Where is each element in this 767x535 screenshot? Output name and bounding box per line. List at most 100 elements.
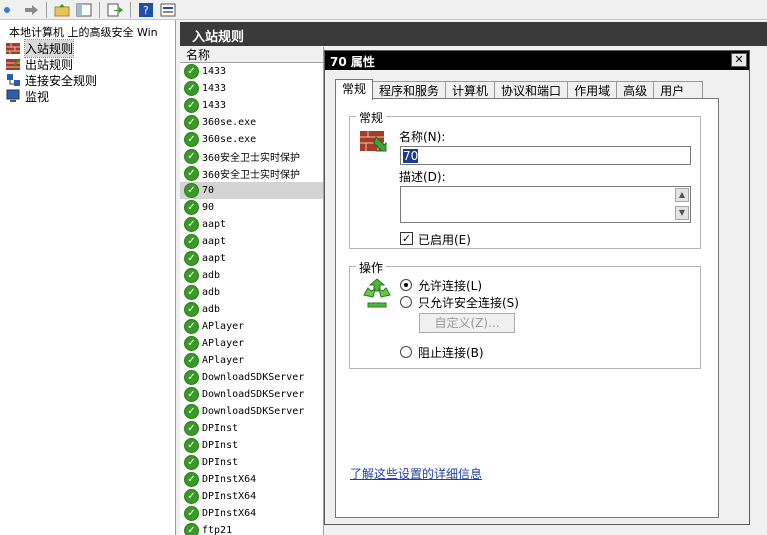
rule-row[interactable]: ✓ adb (180, 301, 323, 318)
forward-icon[interactable] (22, 2, 40, 18)
tree-root-label: 本地计算机 上的高级安全 Win (9, 26, 158, 39)
scroll-down-icon[interactable]: ▼ (675, 206, 689, 220)
rule-name: DPInst (202, 423, 239, 434)
rule-row[interactable]: ✓ 1433 (180, 63, 323, 80)
properties-dialog: 70 属性 ✕ 常规 程序和服务 计算机 协议和端口 作用域 高级 用户 常规 … (324, 50, 750, 525)
rule-row[interactable]: ✓ APlayer (180, 352, 323, 369)
rule-name: 1433 (202, 66, 227, 77)
enabled-check-icon: ✓ (184, 149, 199, 164)
rule-row[interactable]: ✓ DPInstX64 (180, 505, 323, 522)
tab-general[interactable]: 常规 (335, 79, 374, 100)
enabled-check-icon: ✓ (184, 438, 199, 453)
properties-icon[interactable] (159, 2, 177, 18)
rule-row[interactable]: ✓ 360安全卫士实时保护 (180, 148, 323, 165)
up-folder-icon[interactable] (53, 2, 71, 18)
status-strip (560, 526, 767, 535)
close-button[interactable]: ✕ (731, 53, 747, 67)
enabled-check-icon: ✓ (184, 251, 199, 266)
rule-row[interactable]: ✓ 90 (180, 199, 323, 216)
svg-text:?: ? (143, 4, 149, 17)
enabled-check-icon: ✓ (184, 64, 199, 79)
rules-list: 名称 ✓ 1433 ✓ 1433 ✓ 1433 ✓ 360se.exe ✓ 360se.exe ✓ 3… (180, 47, 324, 535)
tree-item-label: 监视 (25, 89, 50, 104)
rule-name: DPInstX64 (202, 508, 257, 519)
toolbar-separator (46, 1, 47, 18)
enabled-check-icon: ✓ (184, 166, 199, 181)
tree-item-outbound-rules[interactable]: 出站规则 (6, 56, 73, 72)
enabled-check-icon: ✓ (184, 319, 199, 334)
rule-row[interactable]: ✓ 1433 (180, 80, 323, 97)
block-connection-radio[interactable] (400, 346, 412, 358)
enabled-check-icon: ✓ (184, 217, 199, 232)
rule-row[interactable]: ✓ 70 (180, 182, 323, 199)
help-icon[interactable]: ? (137, 2, 155, 18)
toolbar-separator (130, 1, 131, 18)
rule-row[interactable]: ✓ adb (180, 284, 323, 301)
rule-name: 70 (202, 185, 215, 196)
rule-row[interactable]: ✓ 360se.exe (180, 114, 323, 131)
rule-name: DPInstX64 (202, 474, 257, 485)
rule-row[interactable]: ✓ DPInst (180, 437, 323, 454)
enabled-check-icon: ✓ (184, 234, 199, 249)
rule-row[interactable]: ✓ DPInst (180, 420, 323, 437)
column-header-name[interactable]: 名称 (180, 47, 323, 63)
tree-root[interactable]: 本地计算机 上的高级安全 Win (0, 24, 158, 40)
rule-name: 360se.exe (202, 117, 257, 128)
rule-name: 360安全卫士实时保护 (202, 170, 301, 181)
action-group: 操作 允许连接(L) 只允许安全连接(S) 自定义(Z)... 阻止连接(B) (349, 259, 701, 369)
enabled-check-icon: ✓ (184, 302, 199, 317)
enabled-check-icon: ✓ (184, 336, 199, 351)
block-connection-label: 阻止连接(B) (418, 346, 484, 360)
rule-name: 90 (202, 202, 215, 213)
rule-row[interactable]: ✓ DPInstX64 (180, 488, 323, 505)
tree-item-connection-security-rules[interactable]: 连接安全规则 (6, 72, 97, 88)
rule-row[interactable]: ✓ aapt (180, 250, 323, 267)
rule-row[interactable]: ✓ 360se.exe (180, 131, 323, 148)
rule-row[interactable]: ✓ DownloadSDKServer (180, 386, 323, 403)
enabled-check-icon: ✓ (184, 523, 199, 535)
enabled-label: 已启用(E) (418, 233, 471, 247)
rule-row[interactable]: ✓ aapt (180, 216, 323, 233)
rule-row[interactable]: ✓ 1433 (180, 97, 323, 114)
back-icon[interactable] (0, 2, 18, 18)
rule-row[interactable]: ✓ adb (180, 267, 323, 284)
rule-row[interactable]: ✓ 360安全卫士实时保护 (180, 165, 323, 182)
rule-name: APlayer (202, 355, 245, 366)
rule-row[interactable]: ✓ DownloadSDKServer (180, 369, 323, 386)
rule-row[interactable]: ✓ ftp21 (180, 522, 323, 535)
tree-item-inbound-rules[interactable]: 入站规则 (6, 38, 75, 58)
rule-name: ftp21 (202, 525, 233, 535)
learn-more-link[interactable]: 了解这些设置的详细信息 (350, 465, 482, 482)
export-icon[interactable] (106, 2, 124, 18)
firewall-root-icon (0, 25, 6, 39)
name-field[interactable]: 70 (400, 146, 691, 165)
name-field-value: 70 (403, 149, 419, 163)
show-hide-tree-icon[interactable] (75, 2, 93, 18)
rule-row[interactable]: ✓ DPInstX64 (180, 471, 323, 488)
description-field[interactable]: ▲ ▼ (400, 186, 691, 223)
customize-button[interactable]: 自定义(Z)... (419, 313, 515, 333)
action-group-label: 操作 (356, 259, 387, 276)
scroll-up-icon[interactable]: ▲ (675, 188, 689, 202)
rule-name: DownloadSDKServer (202, 389, 305, 400)
rule-row[interactable]: ✓ APlayer (180, 335, 323, 352)
enabled-check-icon: ✓ (184, 81, 199, 96)
rule-row[interactable]: ✓ APlayer (180, 318, 323, 335)
rule-name: DownloadSDKServer (202, 406, 305, 417)
rule-row[interactable]: ✓ DownloadSDKServer (180, 403, 323, 420)
tree-item-monitoring[interactable]: 监视 (6, 88, 49, 104)
rule-name: aapt (202, 219, 227, 230)
rule-name: 360安全卫士实时保护 (202, 153, 301, 164)
outbound-rules-icon (6, 57, 22, 71)
enabled-check-icon: ✓ (184, 200, 199, 215)
enabled-checkbox[interactable]: ✓ (400, 232, 413, 245)
rule-name: APlayer (202, 338, 245, 349)
allow-secure-radio[interactable] (400, 296, 412, 308)
allow-connection-radio[interactable] (400, 279, 412, 291)
rule-name: APlayer (202, 321, 245, 332)
enabled-check-icon: ✓ (184, 421, 199, 436)
enabled-check-icon: ✓ (184, 285, 199, 300)
rule-row[interactable]: ✓ aapt (180, 233, 323, 250)
rule-name: aapt (202, 253, 227, 264)
rule-row[interactable]: ✓ DPInst (180, 454, 323, 471)
